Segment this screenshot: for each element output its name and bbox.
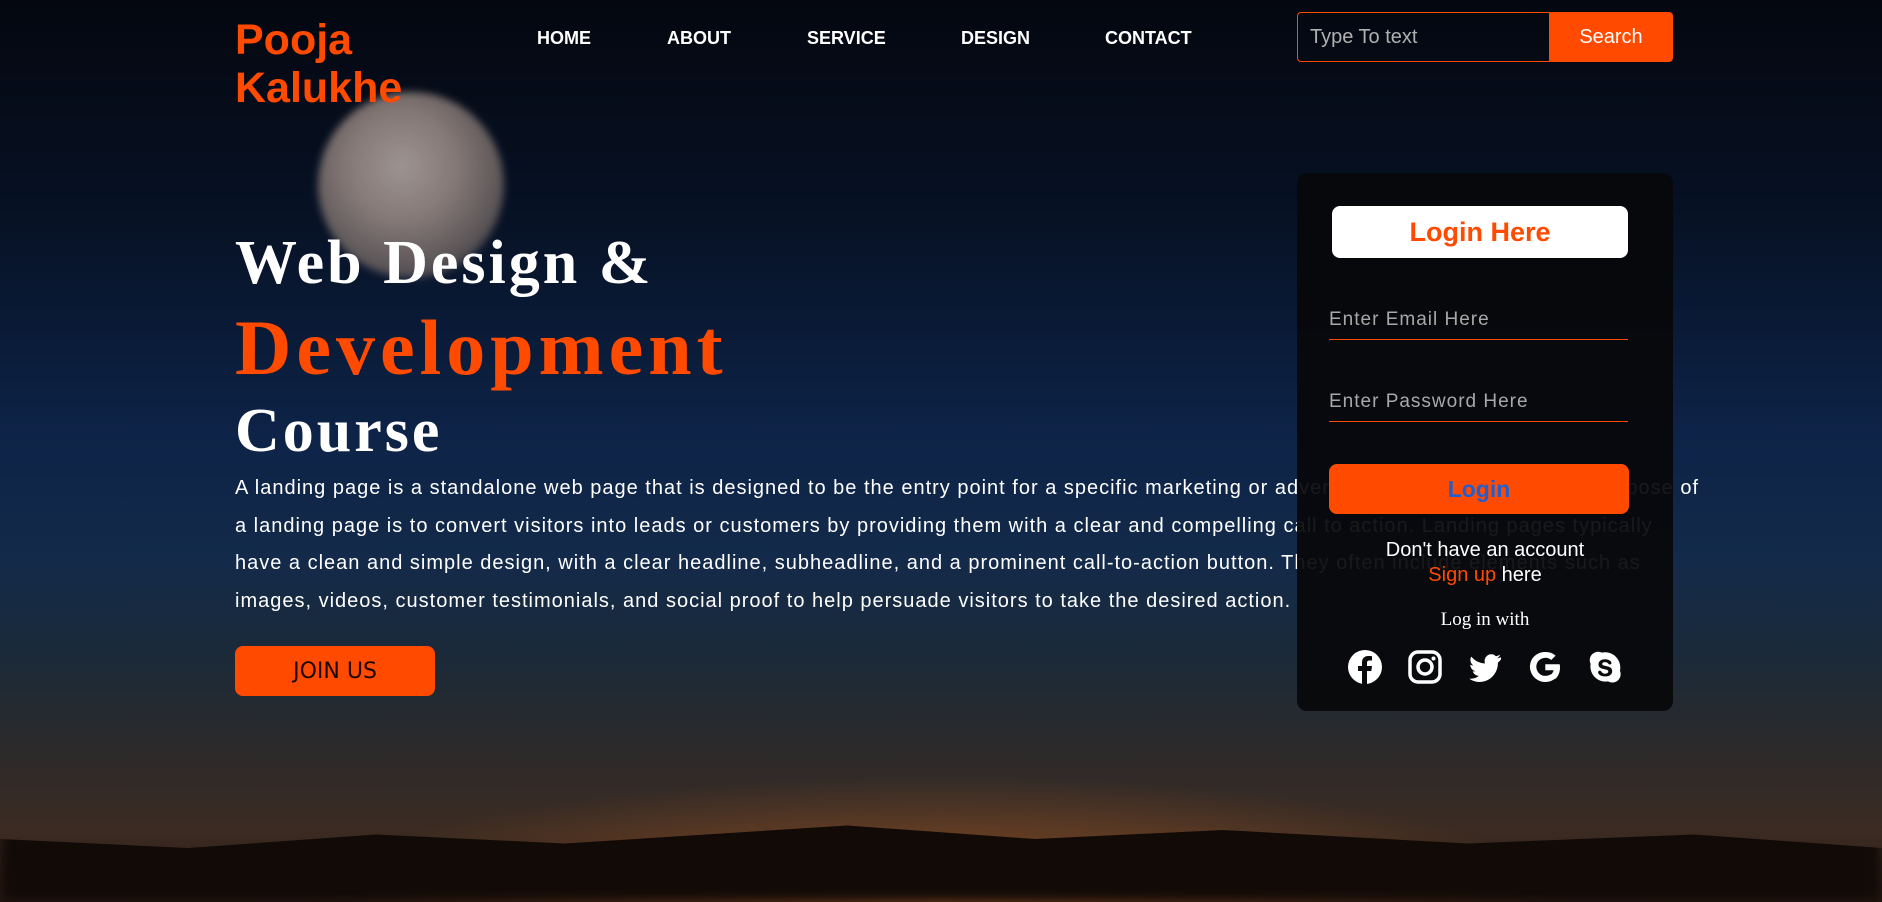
nav-home[interactable]: HOME <box>537 28 591 49</box>
signup-row: Sign up here <box>1297 564 1673 587</box>
brand-line-2: Kalukhe <box>235 64 403 112</box>
no-account-text: Don't have an account <box>1385 539 1585 561</box>
instagram-icon[interactable] <box>1407 649 1443 685</box>
hero-heading-line-3: Course <box>235 397 443 465</box>
signup-link[interactable]: Sign up <box>1428 564 1496 586</box>
login-panel: Login Here Login Don't have an account S… <box>1297 173 1673 711</box>
signup-suffix: here <box>1496 564 1542 586</box>
nav-design[interactable]: DESIGN <box>961 28 1030 49</box>
google-icon[interactable] <box>1527 649 1563 685</box>
brand-line-1: Pooja <box>235 16 353 64</box>
nav-about[interactable]: ABOUT <box>667 28 731 49</box>
search-button[interactable]: Search <box>1549 12 1673 62</box>
nav-contact[interactable]: CONTACT <box>1105 28 1192 49</box>
hero-heading-line-2: Development <box>235 304 728 391</box>
join-us-button[interactable]: JOIN US <box>235 646 435 696</box>
social-login-icons <box>1347 649 1627 689</box>
facebook-icon[interactable] <box>1347 649 1383 685</box>
login-with-label: Log in with <box>1440 609 1530 630</box>
hero-heading-line-1: Web Design & <box>235 229 654 297</box>
skype-icon[interactable] <box>1587 649 1623 685</box>
mountain-silhouette <box>0 825 1882 902</box>
password-field[interactable] <box>1329 382 1628 422</box>
email-field[interactable] <box>1329 300 1628 340</box>
twitter-icon[interactable] <box>1467 649 1503 685</box>
search-input[interactable] <box>1297 12 1549 62</box>
search-bar: Search <box>1297 12 1673 62</box>
nav-service[interactable]: SERVICE <box>807 28 886 49</box>
brand-logo[interactable]: Pooja Kalukhe <box>235 16 435 112</box>
login-button[interactable]: Login <box>1329 464 1629 514</box>
login-title: Login Here <box>1332 206 1628 258</box>
